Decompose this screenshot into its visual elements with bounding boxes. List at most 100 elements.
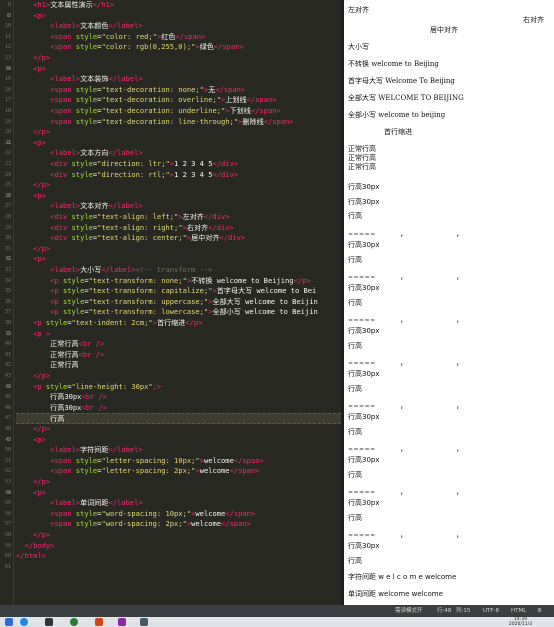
code-editor[interactable]: 8 9 ⊟ 10 11 12 13 14 ⊟ 15 16 17 18 19 20 21 ⊟ 22 23 24 25 26 ⊟… (0, 0, 341, 605)
code-token-txt: welcome (195, 508, 226, 518)
code-line[interactable]: </p> (16, 530, 341, 541)
code-line[interactable]: </p> (16, 180, 341, 191)
app-icon[interactable] (95, 618, 103, 626)
taskbar-clock[interactable]: 14:39 2020/11/3 (509, 617, 532, 627)
terminal-icon[interactable] (45, 618, 53, 626)
code-token-t (16, 233, 50, 242)
status-mode[interactable]: 需读模式开 (395, 605, 423, 617)
code-line[interactable]: <label>文本对齐</label> (16, 201, 341, 212)
status-encoding[interactable]: UTF-8 (483, 605, 499, 617)
code-token-t (16, 445, 50, 454)
code-line[interactable]: <label>字符间距</label> (16, 445, 341, 456)
preview-normal-line-1: 正常行高 (348, 145, 376, 153)
fold-toggle-icon[interactable]: ⊟ (7, 488, 13, 499)
code-line[interactable]: <label>文本装饰</label> (16, 74, 341, 85)
fold-toggle-icon[interactable]: ⊟ (7, 191, 13, 202)
chrome-icon[interactable] (70, 618, 78, 626)
code-line[interactable]: 行高30px<br /> (16, 392, 341, 403)
code-line[interactable]: 正常行高<br /> (16, 350, 341, 361)
browser-icon[interactable] (20, 618, 28, 626)
code-line[interactable]: </p> (16, 127, 341, 138)
code-line[interactable]: </p> (16, 371, 341, 382)
code-line[interactable]: <h1>文本属性演示</h1> (16, 0, 341, 11)
code-token-txt: 上划线 (225, 95, 247, 105)
code-line-active[interactable]: 行高 (16, 413, 341, 424)
fold-toggle-icon[interactable]: ⊟ (7, 138, 13, 149)
code-line[interactable]: <p> (16, 138, 341, 149)
line-number: 48 (4, 426, 11, 432)
code-line[interactable]: <label>文本方向</label> (16, 148, 341, 159)
fold-toggle-icon[interactable]: ⊟ (7, 64, 13, 75)
code-line[interactable]: 正常行高 (16, 360, 341, 371)
code-line[interactable]: <div style="direction: rtl;">1 2 3 4 5</… (16, 170, 341, 181)
code-line[interactable]: <p style="line-height: 30px";> (16, 382, 341, 393)
code-line[interactable] (16, 562, 341, 573)
line-number: 29 (4, 224, 11, 231)
fold-toggle-icon[interactable]: ⊟ (7, 382, 13, 393)
preview-letter-spacing: 字符间距 w e l c o m e welcome (348, 573, 457, 581)
notification-icon[interactable]: ⚙ (537, 605, 542, 617)
code-token-attr: style (75, 84, 98, 94)
code-token-tag: </body> (24, 540, 55, 550)
code-token-t (16, 360, 50, 369)
fold-toggle-icon[interactable]: ⊟ (7, 435, 13, 446)
status-syntax[interactable]: HTML (511, 605, 526, 617)
code-line[interactable]: <p style="text-transform: none;">不转换 wel… (16, 276, 341, 287)
code-line[interactable]: <label>文本颜色</label> (16, 21, 341, 32)
line-number: 10 (4, 23, 11, 30)
code-line[interactable]: <span style="text-decoration: line-throu… (16, 117, 341, 128)
code-line[interactable]: <span style="text-decoration: overline;"… (16, 95, 341, 106)
code-line[interactable]: 正常行高<br /> (16, 339, 341, 350)
preview-lowercase: 全部小写 welcome to beijing (348, 111, 446, 119)
fold-toggle-icon[interactable]: ⊟ (7, 329, 13, 340)
code-line[interactable]: <p> (16, 191, 341, 202)
code-line[interactable]: <p> (16, 435, 341, 446)
code-line[interactable]: <p style="text-transform: uppercase;">全部… (16, 297, 341, 308)
line-number: 52 (4, 468, 11, 475)
start-icon[interactable] (5, 618, 13, 626)
preview-repeat-lh30: 行高30px (348, 542, 380, 550)
code-line[interactable]: </p> (16, 53, 341, 64)
code-line[interactable]: <label>大小写</label><!-- transform --> (16, 265, 341, 276)
line-number: 18 (4, 108, 11, 114)
code-line[interactable]: <label>单词间距</label> (16, 498, 341, 509)
code-token-t (16, 95, 50, 104)
code-line[interactable]: <span style="letter-spacing: 2px;">welco… (16, 466, 341, 477)
fold-toggle-icon[interactable]: ⊟ (7, 11, 13, 22)
code-line[interactable]: </html> (16, 551, 341, 562)
code-line[interactable]: <span style="text-decoration: underline;… (16, 106, 341, 117)
code-token-tag: <p> (33, 190, 46, 200)
code-line[interactable]: </p> (16, 424, 341, 435)
code-line[interactable]: <p style="text-transform: capitalize;">首… (16, 286, 341, 297)
code-line[interactable]: <span style="letter-spacing: 10px;">welc… (16, 456, 341, 467)
line-number: 41 (4, 351, 11, 358)
fold-toggle-icon[interactable]: ⊟ (7, 254, 13, 265)
code-line[interactable]: <span style="text-decoration: none;">无</… (16, 85, 341, 96)
code-token-txt: 居中对齐 (191, 233, 220, 243)
code-line[interactable]: <p> (16, 64, 341, 75)
preview-repeat-lh: 行高 (348, 385, 362, 393)
editor-icon[interactable] (140, 618, 148, 626)
app-icon-2[interactable] (118, 618, 126, 626)
code-line[interactable]: <p> (16, 11, 341, 22)
code-line[interactable]: <span style="word-spacing: 10px;">welcom… (16, 509, 341, 520)
code-line[interactable]: <p> (16, 254, 341, 265)
code-line[interactable]: <div style="text-align: right;">右对齐</div… (16, 223, 341, 234)
code-line[interactable]: </p> (16, 244, 341, 255)
code-line[interactable]: <p> (16, 488, 341, 499)
code-line[interactable]: <div style="text-align: left;">左对齐</div> (16, 212, 341, 223)
code-line[interactable]: <div style="direction: ltr;">1 2 3 4 5</… (16, 159, 341, 170)
code-line[interactable]: <p style="text-transform: lowercase;">全部… (16, 307, 341, 318)
code-line[interactable]: <div style="text-align: center;">居中对齐</d… (16, 233, 341, 244)
line-number: 56 (4, 510, 11, 517)
code-line[interactable]: <span style="color: red;">红色</span> (16, 32, 341, 43)
code-line[interactable]: <span style="color: rgb(0,255,0);">绿色</s… (16, 42, 341, 53)
line-number: 12 (4, 44, 11, 51)
code-line[interactable]: 行高30px<br /> (16, 403, 341, 414)
code-line[interactable]: <span style="word-spacing: 2px;">welcome… (16, 519, 341, 530)
code-line[interactable]: <p > (16, 329, 341, 340)
preview-left-align: 左对齐 (348, 6, 369, 14)
code-line[interactable]: <p style="text-indent: 2cm;">首行缩进</p> (16, 318, 341, 329)
code-line[interactable]: </p> (16, 477, 341, 488)
code-line[interactable]: </body> (16, 541, 341, 552)
